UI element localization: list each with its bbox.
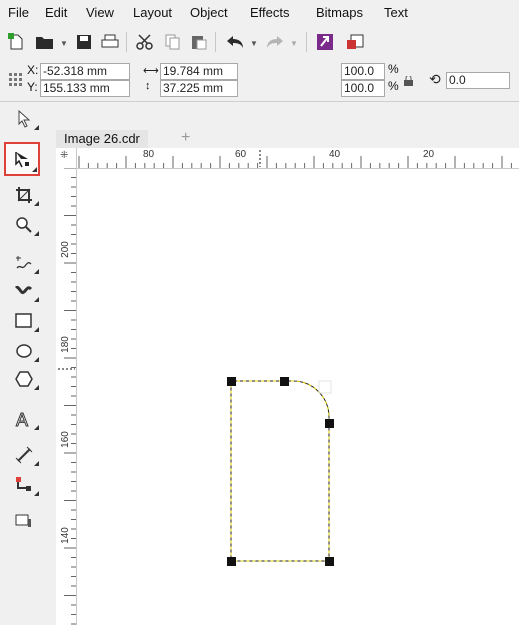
new-document-icon[interactable] (6, 31, 26, 53)
open-icon[interactable] (34, 31, 56, 53)
cut-icon[interactable] (134, 31, 156, 53)
standard-toolbar: ▼ ▼ ▼ (0, 26, 519, 60)
reference-point-icon[interactable] (9, 73, 23, 90)
document-tab-bar: Image 26.cdr + (56, 129, 519, 148)
height-field[interactable]: 37.225 mm (160, 80, 238, 97)
menu-effects[interactable]: Effects (250, 5, 290, 20)
percent-x-label: % (388, 62, 399, 76)
ruler-label-60: 60 (235, 149, 247, 160)
toolbar-separator (306, 32, 307, 52)
ruler-label-80: 80 (143, 149, 155, 160)
rotation-field[interactable]: 0.0 (446, 72, 510, 89)
freehand-tool[interactable] (8, 250, 40, 276)
document-tab[interactable]: Image 26.cdr (56, 130, 148, 148)
menu-bitmaps[interactable]: Bitmaps (316, 5, 363, 20)
undo-dropdown-icon[interactable]: ▼ (250, 39, 258, 48)
selected-shape[interactable] (77, 169, 519, 625)
property-bar: X: -52.318 mm Y: 155.133 mm ⟷ 19.784 mm … (0, 59, 519, 102)
scale-y-field[interactable]: 100.0 (341, 80, 385, 97)
copy-icon[interactable] (163, 31, 183, 53)
zoom-tool[interactable] (8, 212, 40, 238)
polygon-tool[interactable] (8, 366, 40, 392)
shape-tool[interactable] (4, 142, 40, 176)
width-field[interactable]: 19.784 mm (160, 63, 238, 80)
node-handle[interactable] (325, 557, 334, 566)
x-position-field[interactable]: -52.318 mm (40, 63, 130, 80)
artistic-media-tool[interactable] (8, 278, 40, 304)
ruler-label-200: 200 (59, 241, 71, 258)
import-icon[interactable] (314, 31, 336, 53)
node-handle[interactable] (325, 419, 334, 428)
ellipse-tool[interactable] (8, 338, 40, 364)
menu-edit[interactable]: Edit (45, 5, 67, 20)
menu-view[interactable]: View (86, 5, 114, 20)
y-label: Y: (27, 80, 38, 94)
ruler-label-140: 140 (59, 527, 71, 544)
menu-text[interactable]: Text (384, 5, 408, 20)
paste-icon[interactable] (189, 31, 209, 53)
ruler-origin[interactable]: ⁜ (56, 148, 77, 169)
print-icon[interactable] (100, 31, 120, 53)
menu-object[interactable]: Object (190, 5, 228, 20)
menu-layout[interactable]: Layout (133, 5, 172, 20)
export-icon[interactable] (344, 31, 366, 53)
ruler-label-180: 180 (59, 336, 71, 353)
menu-file[interactable]: File (8, 5, 29, 20)
text-tool[interactable]: A (8, 406, 40, 432)
vertical-ruler[interactable]: 200 180 160 140 (56, 168, 77, 625)
menu-bar: File Edit View Layout Object Effects Bit… (0, 0, 519, 26)
ruler-label-160: 160 (59, 431, 71, 448)
vertical-ruler-ticks (58, 168, 76, 625)
scale-x-field[interactable]: 100.0 (341, 63, 385, 80)
rectangle-tool[interactable] (8, 308, 40, 334)
y-position-field[interactable]: 155.133 mm (40, 80, 130, 97)
node-handle[interactable] (280, 377, 289, 386)
height-icon: ↕ (145, 80, 151, 92)
redo-dropdown-icon[interactable]: ▼ (290, 39, 298, 48)
node-handle[interactable] (227, 557, 236, 566)
ruler-label-40: 40 (329, 149, 341, 160)
toolbox: A (0, 102, 56, 625)
connector-tool[interactable] (8, 472, 40, 498)
drawing-canvas[interactable] (77, 169, 519, 625)
open-dropdown-icon[interactable]: ▼ (60, 39, 68, 48)
redo-icon[interactable] (264, 31, 286, 53)
toolbar-separator (215, 32, 216, 52)
lock-ratio-icon[interactable] (404, 74, 413, 89)
width-icon: ⟷ (143, 65, 159, 77)
pick-tool[interactable] (8, 106, 40, 132)
add-tab-button[interactable]: + (181, 129, 190, 147)
save-icon[interactable] (74, 31, 94, 53)
crop-tool[interactable] (8, 182, 40, 208)
ruler-origin-icon: ⁜ (60, 150, 69, 161)
ruler-label-20: 20 (423, 149, 435, 160)
x-label: X: (27, 63, 39, 77)
rotation-icon: ⟲ (429, 71, 441, 87)
parallel-dimension-tool[interactable] (8, 442, 40, 468)
percent-y-label: % (388, 79, 399, 93)
horizontal-ruler[interactable]: 80 60 40 20 (77, 148, 519, 169)
svg-text:A: A (16, 410, 28, 428)
toolbar-separator (126, 32, 127, 52)
node-handle[interactable] (227, 377, 236, 386)
undo-icon[interactable] (224, 31, 246, 53)
drop-shadow-tool[interactable] (8, 508, 40, 534)
